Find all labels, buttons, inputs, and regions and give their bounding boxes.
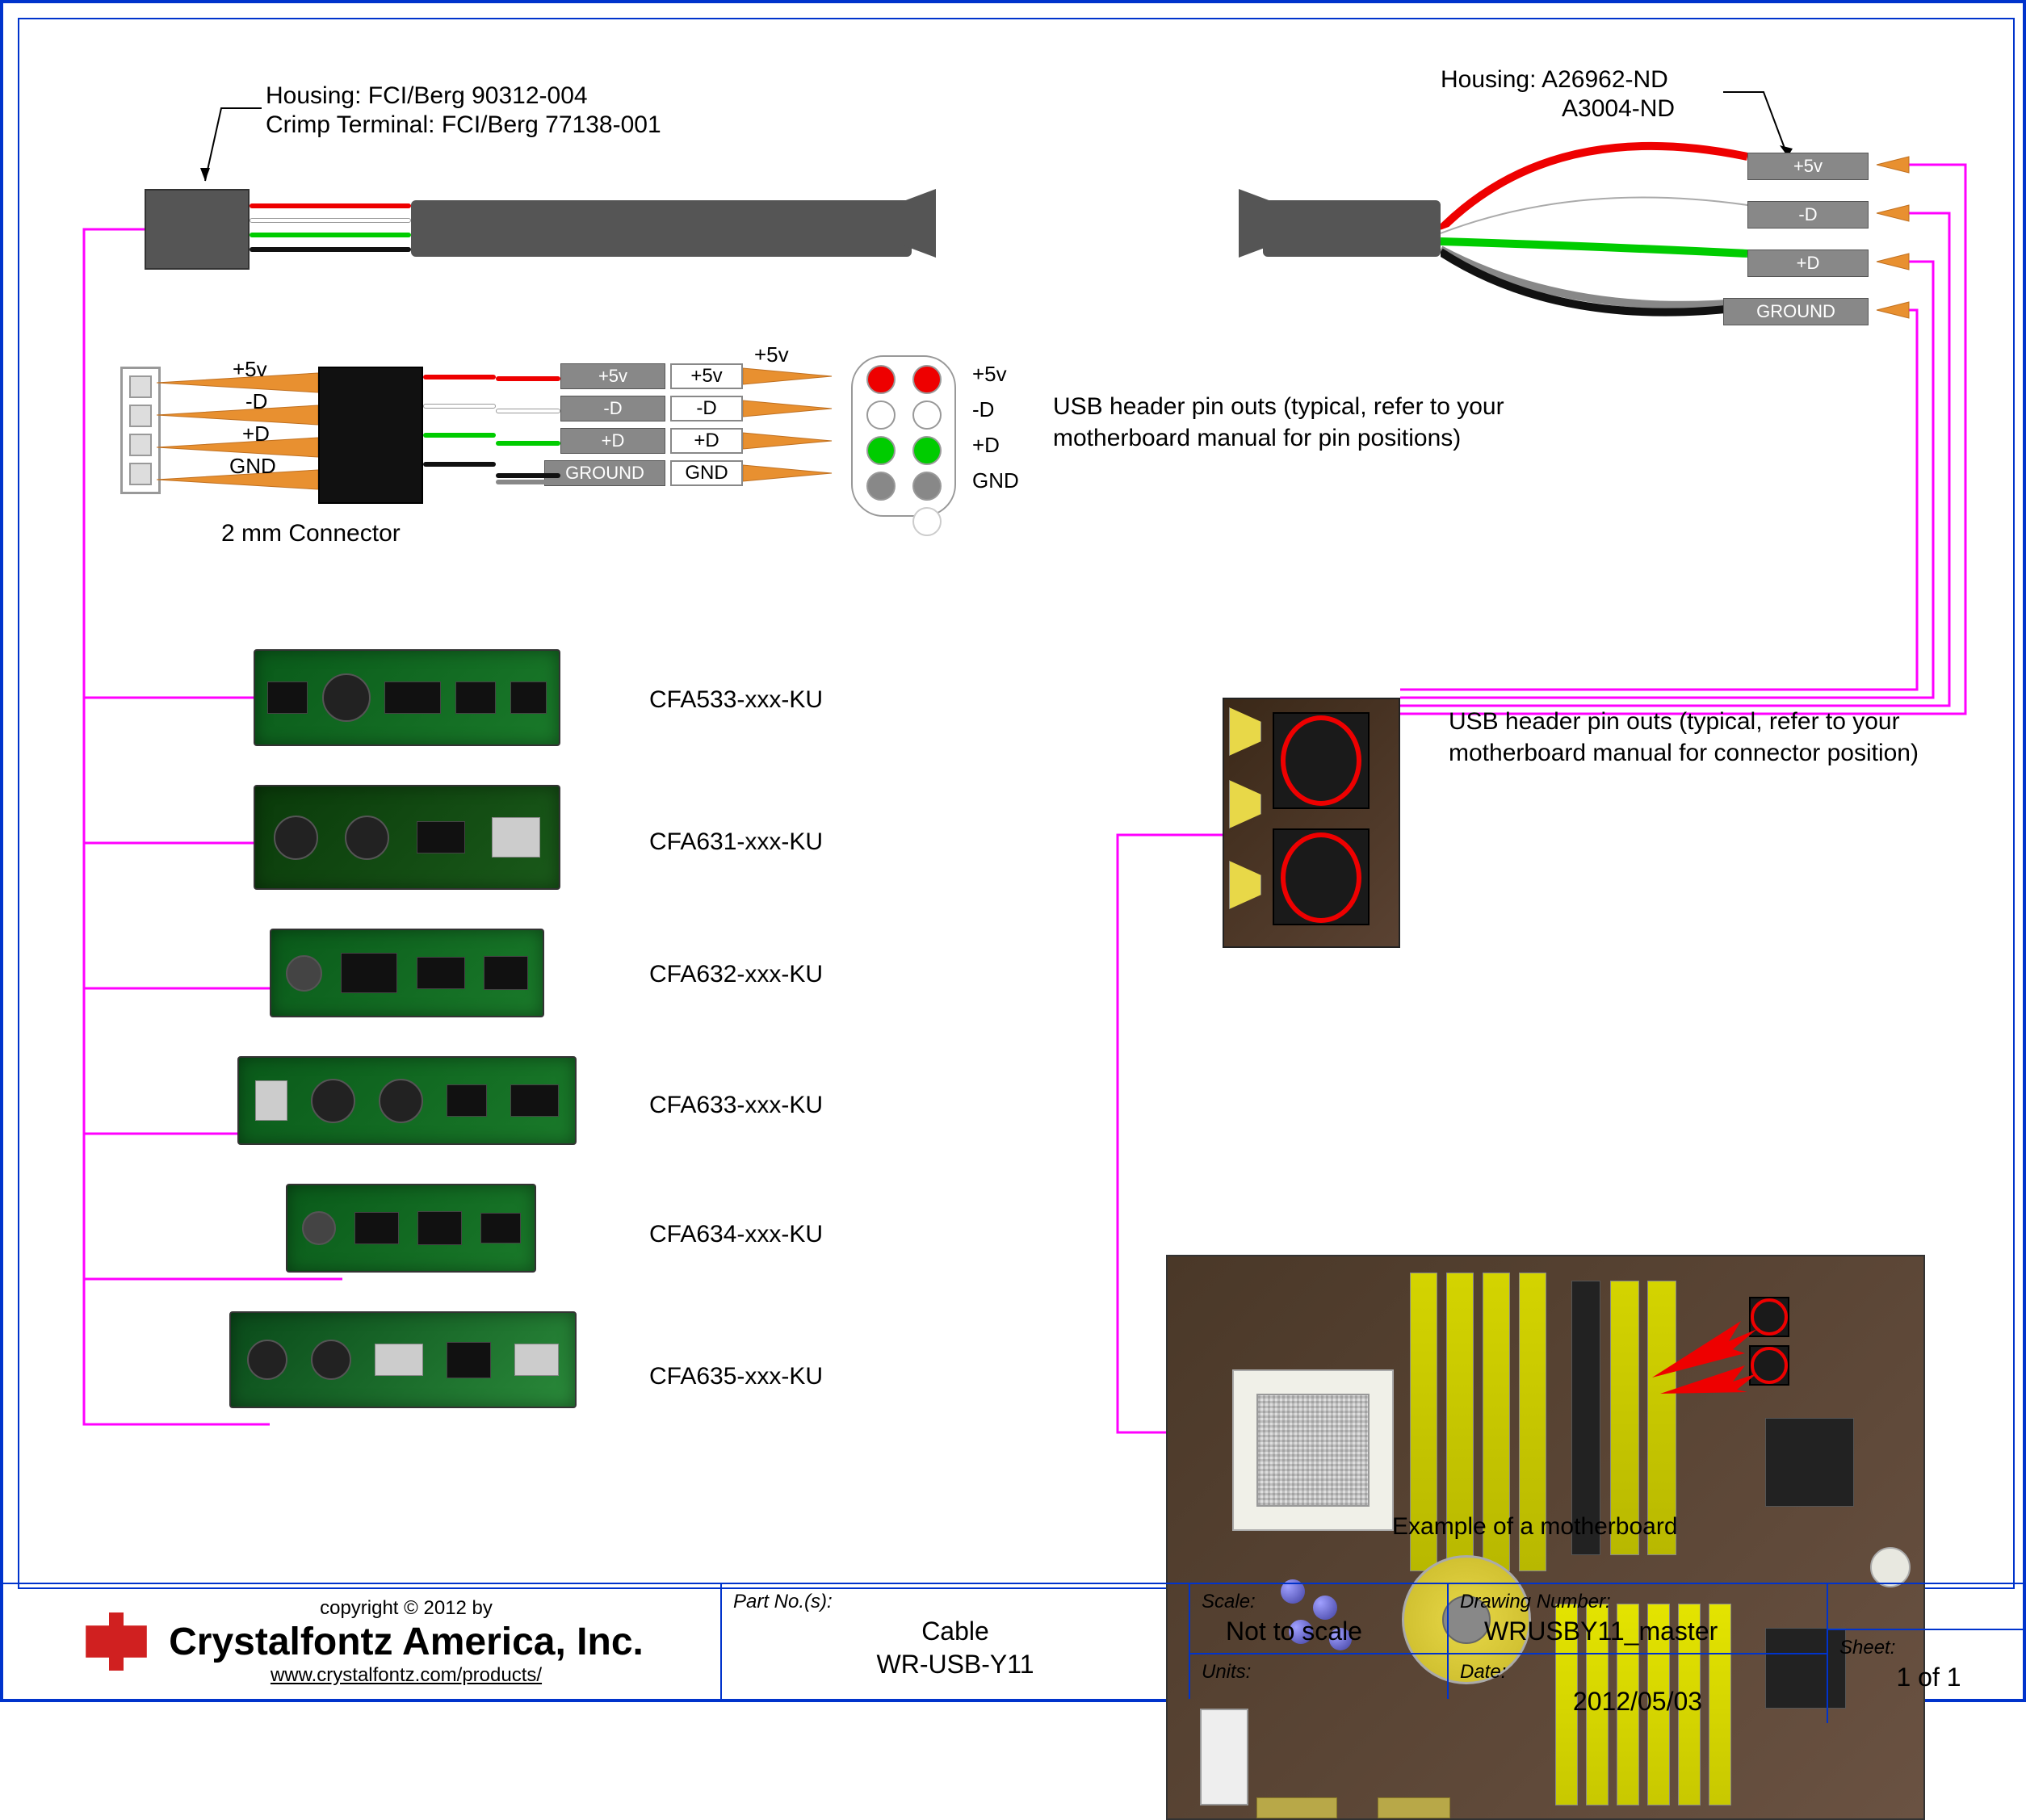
term-dpos: +D [1747,250,1869,277]
pcb-cfa633 [237,1056,577,1145]
left-crimp-label: Crimp Terminal: FCI/Berg 77138-001 [266,111,661,139]
mid-5v: +5v [560,363,665,389]
pcb-cfa634 [286,1184,536,1273]
lbl-mod-4: CFA634-xxx-KU [649,1221,823,1248]
connector-4pin-socket [120,367,161,494]
pcb-cfa631 [254,785,560,890]
lbl-2mm: 2 mm Connector [221,520,401,547]
left-connector-plug [145,189,250,270]
term-gnd: GROUND [1723,298,1869,325]
right-housing-label: Housing: A26962-ND [1441,66,1668,94]
lbl-dpos-l: +D [242,421,270,447]
po-dpos: +D [972,433,1000,458]
sheet-value: 1 of 1 [1839,1663,2018,1692]
mobo-caption: Example of a motherboard [1392,1513,1678,1541]
sheet-label: Sheet: [1839,1637,2018,1659]
wb-gnd: GND [670,460,743,486]
term-dneg: -D [1747,201,1869,229]
scale-value: Not to scale [1202,1617,1436,1646]
part-desc: Cable [733,1617,1177,1646]
lbl-mod-0: CFA533-xxx-KU [649,686,823,714]
usb-header-closeup [1223,698,1400,948]
wb-dpos: +D [670,428,743,454]
right-housing-alt: A3004-ND [1562,95,1675,123]
wb-dneg: -D [670,396,743,421]
company-name: Crystalfontz America, Inc. [169,1620,644,1664]
mid-dpos: +D [560,428,665,454]
lbl-dneg-l: -D [245,389,267,414]
date-label: Date: [1460,1661,1815,1684]
usb-header-pinout-panel [851,355,956,517]
scale-label: Scale: [1202,1591,1436,1613]
mid-dneg: -D [560,396,665,421]
po-gnd: GND [972,468,1019,493]
lbl-mod-5: CFA635-xxx-KU [649,1363,823,1390]
company-logo-icon [80,1605,153,1678]
lbl-mod-1: CFA631-xxx-KU [649,828,823,856]
term-5v: +5v [1747,153,1869,180]
dwg-label: Drawing Number: [1460,1591,1815,1613]
po-dneg: -D [972,397,994,422]
wb-5v: +5v [670,363,743,389]
title-block: copyright © 2012 by Crystalfontz America… [3,1583,2026,1699]
plug-2mm [318,367,423,504]
po-5v: +5v [972,362,1007,387]
units-label: Units: [1202,1661,1436,1684]
pcb-cfa533 [254,649,560,746]
pcb-cfa632 [270,929,544,1017]
lbl-mod-3: CFA633-xxx-KU [649,1092,823,1119]
pcb-cfa635 [229,1311,577,1408]
part-no: WR-USB-Y11 [733,1650,1177,1680]
lbl-5v-l: +5v [233,357,267,382]
part-no-label: Part No.(s): [733,1591,1177,1613]
lbl-gnd-l: GND [229,454,276,479]
mid-gnd: GROUND [544,460,665,486]
usb-note-mid: USB header pin outs (typical, refer to y… [1449,706,1933,769]
left-housing-label: Housing: FCI/Berg 90312-004 [266,82,588,110]
dwg-value: WRUSBY11_master [1460,1617,1815,1646]
copyright-text: copyright © 2012 by [169,1597,644,1620]
company-url: www.crystalfontz.com/products/ [169,1664,644,1687]
lbl-mod-2: CFA632-xxx-KU [649,961,823,988]
lbl-5v-m: +5v [754,342,789,367]
usb-note-top: USB header pin outs (typical, refer to y… [1053,391,1642,454]
